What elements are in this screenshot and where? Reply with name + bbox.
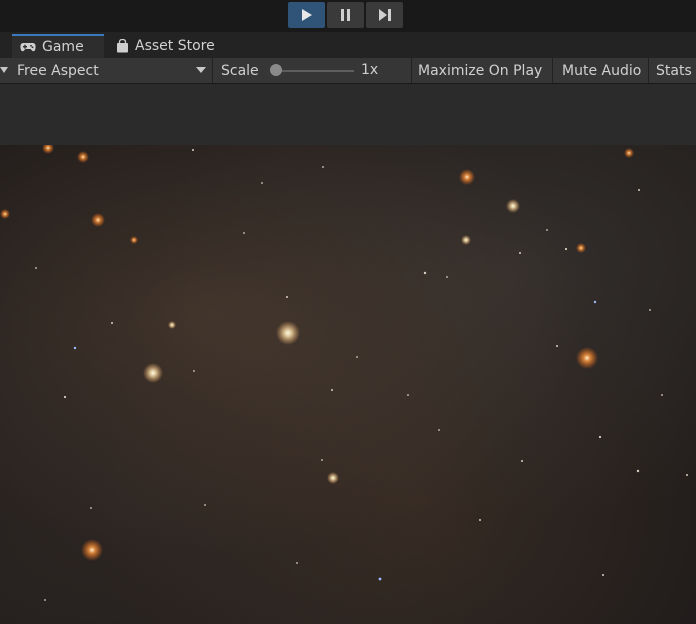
game-view-toolbar: Free Aspect Scale 1x Maximize On Play Mu… (0, 58, 696, 84)
shopping-bag-icon (117, 39, 128, 53)
starfield (0, 145, 688, 601)
tab-game[interactable]: Game (12, 34, 104, 58)
faint-stars (35, 149, 688, 601)
play-button[interactable] (288, 2, 325, 28)
play-icon (301, 9, 312, 21)
tab-game-label: Game (42, 39, 84, 55)
maximize-on-play-label: Maximize On Play (418, 62, 543, 79)
game-view-letterbox (0, 84, 696, 145)
stats-toggle[interactable]: Stats (649, 58, 696, 83)
tab-asset-store[interactable]: Asset Store (110, 34, 215, 58)
tab-bar: Game Asset Store (0, 32, 696, 58)
pause-button[interactable] (327, 2, 364, 28)
mute-audio-label: Mute Audio (562, 62, 642, 79)
game-viewport[interactable] (0, 145, 696, 624)
aspect-dropdown[interactable]: Free Aspect (0, 58, 213, 83)
main-toolbar (0, 0, 696, 32)
scale-value: 1x (361, 62, 379, 78)
bright-stars (0, 145, 634, 561)
step-button[interactable] (366, 2, 403, 28)
scale-slider-handle[interactable] (270, 64, 282, 76)
gamepad-icon (20, 43, 36, 52)
pause-icon (340, 9, 350, 21)
play-controls (288, 2, 403, 28)
display-dropdown-arrow-icon[interactable] (0, 67, 8, 73)
scale-label: Scale (221, 62, 259, 79)
maximize-on-play-toggle[interactable]: Maximize On Play (412, 58, 553, 83)
mute-audio-toggle[interactable]: Mute Audio (553, 58, 649, 83)
scale-slider-track[interactable] (276, 70, 354, 72)
step-icon (378, 9, 391, 21)
stats-label: Stats (656, 62, 692, 79)
scale-control: Scale 1x (213, 58, 412, 83)
tab-asset-store-label: Asset Store (135, 38, 215, 54)
aspect-label: Free Aspect (17, 62, 99, 79)
chevron-down-icon (196, 67, 206, 73)
